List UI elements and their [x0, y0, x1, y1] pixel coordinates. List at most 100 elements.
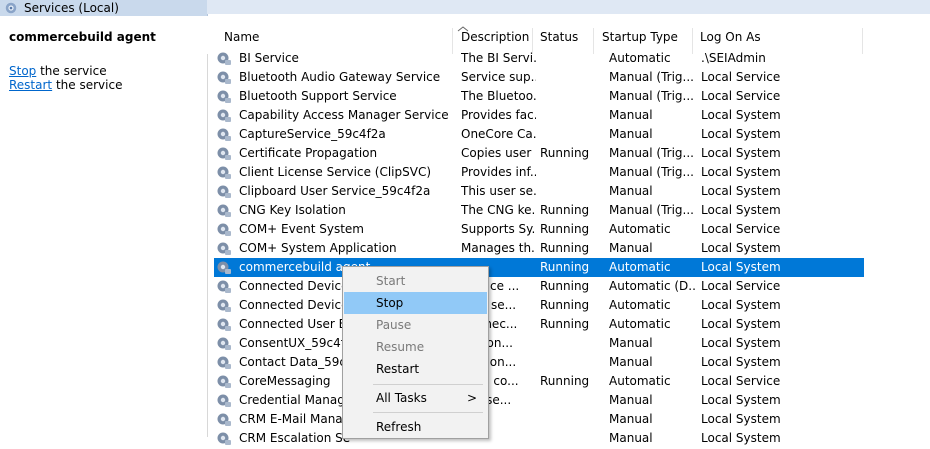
- cell-startup: Automatic: [609, 317, 671, 331]
- table-row[interactable]: Capability Access Manager Service Provide…: [214, 106, 864, 125]
- cell-logon: Local System: [701, 393, 781, 407]
- menu-item-restart[interactable]: Restart: [344, 358, 487, 380]
- cell-startup: Automatic: [609, 51, 671, 65]
- table-row[interactable]: CNG Key Isolation The CNG ke... Running Man…: [214, 201, 864, 220]
- stop-action-text: the service: [36, 64, 107, 78]
- cell-startup: Manual (Trig...: [609, 146, 694, 160]
- menu-item-pause[interactable]: Pause: [344, 314, 487, 336]
- table-row[interactable]: Bluetooth Support Service The Bluetoo... M…: [214, 87, 864, 106]
- table-row[interactable]: CaptureService_59c4f2a OneCore Ca... Manua…: [214, 125, 864, 144]
- service-gear-icon: [216, 145, 232, 161]
- cell-name: CNG Key Isolation: [239, 203, 346, 217]
- stop-action: Stop the service: [9, 64, 107, 78]
- service-gear-icon: [216, 354, 232, 370]
- table-row[interactable]: Certificate Propagation Copies user ... Ru…: [214, 144, 864, 163]
- cell-description: Copies user ...: [461, 146, 536, 160]
- cell-description: Supports Sy...: [461, 222, 536, 236]
- service-gear-icon: [216, 278, 232, 294]
- service-gear-icon: [216, 240, 232, 256]
- table-row[interactable]: Clipboard User Service_59c4f2a This user …: [214, 182, 864, 201]
- cell-description: Provides fac...: [461, 108, 536, 122]
- table-row[interactable]: Connected Devices service ... Running Autom…: [214, 277, 864, 296]
- cell-description: This user se...: [461, 184, 536, 198]
- cell-status: Running: [540, 222, 590, 236]
- cell-startup: Manual: [609, 108, 653, 122]
- title-bar: Services (Local): [0, 0, 930, 16]
- cell-name: Bluetooth Support Service: [239, 89, 397, 103]
- table-row[interactable]: COM+ System Application Manages th... Runn…: [214, 239, 864, 258]
- cell-logon: Local System: [701, 127, 781, 141]
- cell-status: Running: [540, 298, 590, 312]
- column-header-name[interactable]: Name: [224, 30, 259, 50]
- cell-status: Running: [540, 146, 590, 160]
- cell-startup: Automatic: [609, 374, 671, 388]
- cell-logon: Local System: [701, 203, 781, 217]
- cell-startup: Manual: [609, 355, 653, 369]
- cell-name: Capability Access Manager Service: [239, 108, 449, 122]
- cell-logon: Local Service: [701, 70, 781, 84]
- cell-logon: Local System: [701, 431, 781, 445]
- service-gear-icon: [216, 202, 232, 218]
- cell-startup: Automatic (D...: [609, 279, 697, 293]
- stop-service-link[interactable]: Stop: [9, 64, 36, 78]
- service-gear-icon: [216, 164, 232, 180]
- submenu-arrow-icon: >: [466, 391, 477, 405]
- cell-name: COM+ System Application: [239, 241, 397, 255]
- cell-logon: Local Service: [701, 279, 781, 293]
- cell-startup: Manual (Trig...: [609, 165, 694, 179]
- table-row[interactable]: Client License Service (ClipSVC) Provides…: [214, 163, 864, 182]
- cell-startup: Automatic: [609, 298, 671, 312]
- service-gear-icon: [216, 392, 232, 408]
- column-header-status[interactable]: Status: [540, 30, 578, 50]
- cell-name: Bluetooth Audio Gateway Service: [239, 70, 441, 84]
- cell-logon: Local System: [701, 146, 781, 160]
- cell-logon: .\SEIAdmin: [701, 51, 766, 65]
- table-row[interactable]: Contact Data_59c4ftes con...ManualLocal …: [214, 353, 864, 372]
- menu-item-start[interactable]: Start: [344, 270, 487, 292]
- menu-item-refresh[interactable]: Refresh: [344, 416, 487, 438]
- table-row[interactable]: CRM Escalation Se Manual Local System: [214, 429, 864, 448]
- service-gear-icon: [216, 221, 232, 237]
- service-gear-icon: [216, 297, 232, 313]
- table-row[interactable]: Connected Devicesuser se...RunningAutoma…: [214, 296, 864, 315]
- cell-name: Client License Service (ClipSVC): [239, 165, 432, 179]
- column-header-log-on-as[interactable]: Log On As: [700, 30, 761, 50]
- table-row[interactable]: BI Service The BI Servi... Automatic .\SEIA…: [214, 49, 864, 68]
- table-row[interactable]: Credential Managedes se...ManualLocal Sy…: [214, 391, 864, 410]
- context-menu: Start Stop Pause Resume Restart All Task…: [342, 266, 489, 439]
- cell-name: COM+ Event System: [239, 222, 364, 236]
- service-details-pane: commercebuild agent Stop the service Res…: [0, 16, 208, 437]
- table-row[interactable]: CRM E-Mail Manag Manual Local System: [214, 410, 864, 429]
- service-gear-icon: [216, 126, 232, 142]
- cell-startup: Manual (Trig...: [609, 70, 694, 84]
- cell-logon: Local System: [701, 412, 781, 426]
- cell-startup: Manual: [609, 431, 653, 445]
- menu-item-stop[interactable]: Stop: [344, 292, 487, 314]
- cell-status: Running: [540, 241, 590, 255]
- column-header-description[interactable]: Description: [461, 30, 529, 50]
- service-gear-icon: [216, 316, 232, 332]
- column-header-startup-type[interactable]: Startup Type: [602, 30, 678, 50]
- cell-status: Running: [540, 374, 590, 388]
- table-row[interactable]: COM+ Event System Supports Sy... Running Au…: [214, 220, 864, 239]
- cell-startup: Manual: [609, 184, 653, 198]
- cell-logon: Local Service: [701, 89, 781, 103]
- restart-service-link[interactable]: Restart: [9, 78, 52, 92]
- table-row[interactable]: Bluetooth Audio Gateway Service Service s…: [214, 68, 864, 87]
- cell-logon: Local System: [701, 260, 781, 274]
- cell-startup: Manual (Trig...: [609, 203, 694, 217]
- menu-item-all-tasks[interactable]: All Tasks >: [344, 387, 487, 409]
- table-row[interactable]: Connected User Exp Connec... Running Automa…: [214, 315, 864, 334]
- service-gear-icon: [216, 430, 232, 446]
- menu-item-resume[interactable]: Resume: [344, 336, 487, 358]
- cell-startup: Manual (Trig...: [609, 89, 694, 103]
- services-gear-icon: [5, 2, 17, 14]
- table-row[interactable]: CoreMessaging ages co... Running Automatic L…: [214, 372, 864, 391]
- restart-action-text: the service: [52, 78, 123, 92]
- table-row[interactable]: commercebuild agent Running Automatic Local…: [214, 258, 864, 277]
- cell-logon: Local System: [701, 184, 781, 198]
- table-row[interactable]: ConsentUX_59c4f2avs Con...ManualLocal Sy…: [214, 334, 864, 353]
- cell-status: Running: [540, 279, 590, 293]
- cell-description: The CNG ke...: [461, 203, 536, 217]
- cell-name: Certificate Propagation: [239, 146, 378, 160]
